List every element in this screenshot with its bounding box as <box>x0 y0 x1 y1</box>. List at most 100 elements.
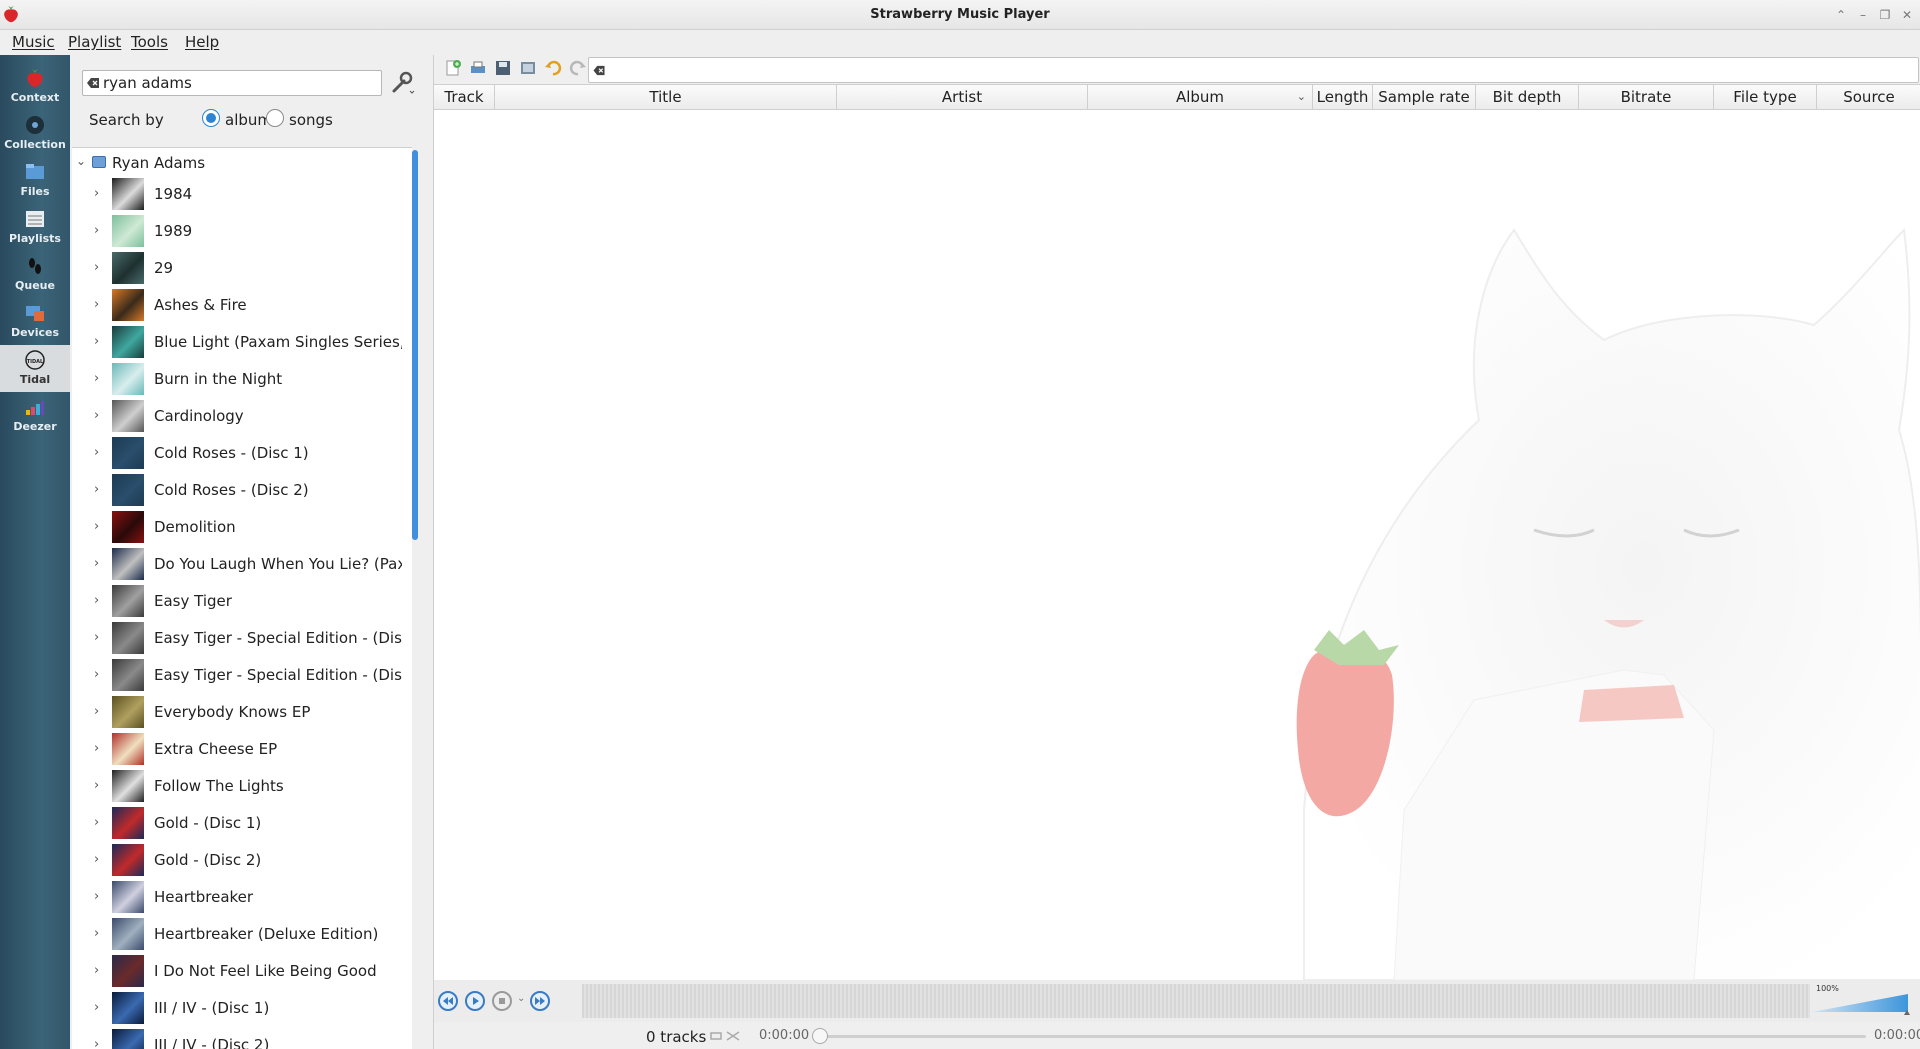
playlist-filter-field[interactable] <box>588 57 1919 83</box>
expand-icon[interactable]: › <box>94 815 99 830</box>
search-input[interactable] <box>103 73 373 93</box>
tree-album-row[interactable]: › Everybody Knows EP <box>72 694 402 731</box>
tree-album-row[interactable]: › Easy Tiger <box>72 583 402 620</box>
column-album[interactable]: Album ⌄ <box>1088 85 1313 109</box>
expand-icon[interactable]: › <box>94 926 99 941</box>
tab-collection[interactable]: Collection <box>0 110 70 157</box>
tree-album-row[interactable]: › Cold Roses - (Disc 2) <box>72 472 402 509</box>
tree-album-row[interactable]: › Burn in the Night <box>72 361 402 398</box>
expand-icon[interactable]: › <box>94 223 99 238</box>
minimize-icon[interactable]: – <box>1854 6 1872 24</box>
scrollbar-thumb[interactable] <box>412 150 418 540</box>
tree-album-row[interactable]: › Heartbreaker (Deluxe Edition) <box>72 916 402 953</box>
collapse-icon[interactable]: ⌄ <box>76 154 86 168</box>
expand-icon[interactable]: › <box>94 1037 99 1049</box>
menu-tools[interactable]: Tools <box>131 33 168 51</box>
radio-songs-label[interactable]: songs <box>289 111 333 129</box>
column-track[interactable]: Track <box>434 85 495 109</box>
tree-album-row[interactable]: › Demolition <box>72 509 402 546</box>
tab-context[interactable]: Context <box>0 63 70 110</box>
clear-icon[interactable] <box>593 65 606 76</box>
tab-queue[interactable]: Queue <box>0 251 70 298</box>
tree-album-row[interactable]: › Do You Laugh When You Lie? (Pax A... <box>72 546 402 583</box>
tab-tidal[interactable]: TIDAL Tidal <box>0 345 70 392</box>
column-bit-depth[interactable]: Bit depth <box>1476 85 1579 109</box>
expand-icon[interactable]: › <box>94 334 99 349</box>
tree-album-row[interactable]: › 29 <box>72 250 402 287</box>
expand-icon[interactable]: › <box>94 556 99 571</box>
seek-handle[interactable] <box>812 1028 828 1044</box>
tree-album-row[interactable]: › 1984 <box>72 176 402 213</box>
tab-devices[interactable]: Devices <box>0 298 70 345</box>
tree-album-row[interactable]: › Cold Roses - (Disc 1) <box>72 435 402 472</box>
radio-songs[interactable] <box>266 109 284 127</box>
next-track-button[interactable] <box>530 991 550 1011</box>
stop-menu-chevron-icon[interactable]: ⌄ <box>517 993 525 1004</box>
play-button[interactable] <box>465 991 485 1011</box>
expand-icon[interactable]: › <box>94 297 99 312</box>
radio-albums[interactable] <box>202 109 220 127</box>
new-playlist-icon[interactable] <box>444 59 462 77</box>
tree-album-row[interactable]: › Gold - (Disc 1) <box>72 805 402 842</box>
expand-icon[interactable]: › <box>94 186 99 201</box>
tree-album-row[interactable]: › Ashes & Fire <box>72 287 402 324</box>
search-field[interactable] <box>82 70 382 96</box>
tree-artist-row[interactable]: ⌄ Ryan Adams <box>72 152 402 174</box>
menu-help[interactable]: Help <box>185 33 219 51</box>
clear-icon[interactable] <box>87 77 100 89</box>
tree-album-row[interactable]: › I Do Not Feel Like Being Good <box>72 953 402 990</box>
tree-album-row[interactable]: › Heartbreaker <box>72 879 402 916</box>
cover-manager-icon[interactable] <box>519 59 537 77</box>
menu-playlist[interactable]: Playlist <box>68 33 121 51</box>
tree-album-row[interactable]: › Extra Cheese EP <box>72 731 402 768</box>
settings-wrench-icon[interactable] <box>388 69 416 97</box>
undo-icon[interactable] <box>544 59 562 77</box>
tree-album-row[interactable]: › Easy Tiger - Special Edition - (Disc 1) <box>72 620 402 657</box>
column-file-type[interactable]: File type <box>1714 85 1817 109</box>
column-length[interactable]: Length <box>1313 85 1373 109</box>
expand-icon[interactable]: › <box>94 704 99 719</box>
tab-files[interactable]: Files <box>0 157 70 204</box>
save-icon[interactable] <box>494 59 512 77</box>
column-title[interactable]: Title <box>495 85 837 109</box>
expand-icon[interactable]: › <box>94 667 99 682</box>
tab-deezer[interactable]: Deezer <box>0 392 70 439</box>
tree-album-row[interactable]: › III / IV - (Disc 2) <box>72 1027 402 1049</box>
tab-playlists[interactable]: Playlists <box>0 204 70 251</box>
seek-bar[interactable] <box>816 1035 1866 1038</box>
stop-button[interactable] <box>492 991 512 1011</box>
keep-above-icon[interactable]: ⌃ <box>1832 6 1850 24</box>
tree-album-row[interactable]: › Gold - (Disc 2) <box>72 842 402 879</box>
menu-music[interactable]: Music <box>12 33 55 51</box>
column-bitrate[interactable]: Bitrate <box>1579 85 1714 109</box>
column-sample-rate[interactable]: Sample rate <box>1373 85 1476 109</box>
tree-album-row[interactable]: › Easy Tiger - Special Edition - (Disc 2) <box>72 657 402 694</box>
expand-icon[interactable]: › <box>94 408 99 423</box>
close-icon[interactable]: ✕ <box>1898 6 1916 24</box>
expand-icon[interactable]: › <box>94 1000 99 1015</box>
expand-icon[interactable]: › <box>94 778 99 793</box>
repeat-shuffle-icon[interactable] <box>709 1029 743 1043</box>
expand-icon[interactable]: › <box>94 445 99 460</box>
expand-icon[interactable]: › <box>94 852 99 867</box>
column-source[interactable]: Source <box>1817 85 1920 109</box>
playlist-view[interactable] <box>434 110 1920 980</box>
expand-icon[interactable]: › <box>94 371 99 386</box>
tree-album-row[interactable]: › Blue Light (Paxam Singles Series, Vo... <box>72 324 402 361</box>
redo-icon[interactable] <box>569 59 587 77</box>
tree-album-row[interactable]: › Cardinology <box>72 398 402 435</box>
expand-icon[interactable]: › <box>94 630 99 645</box>
tree-album-row[interactable]: › Follow The Lights <box>72 768 402 805</box>
expand-icon[interactable]: › <box>94 889 99 904</box>
tree-album-row[interactable]: › 1989 <box>72 213 402 250</box>
expand-icon[interactable]: › <box>94 260 99 275</box>
previous-track-button[interactable] <box>438 991 458 1011</box>
volume-slider[interactable] <box>1812 988 1912 1016</box>
expand-icon[interactable]: › <box>94 593 99 608</box>
tree-album-row[interactable]: › III / IV - (Disc 1) <box>72 990 402 1027</box>
expand-icon[interactable]: › <box>94 963 99 978</box>
column-artist[interactable]: Artist <box>837 85 1088 109</box>
expand-icon[interactable]: › <box>94 482 99 497</box>
print-icon[interactable] <box>469 59 487 77</box>
expand-icon[interactable]: › <box>94 741 99 756</box>
